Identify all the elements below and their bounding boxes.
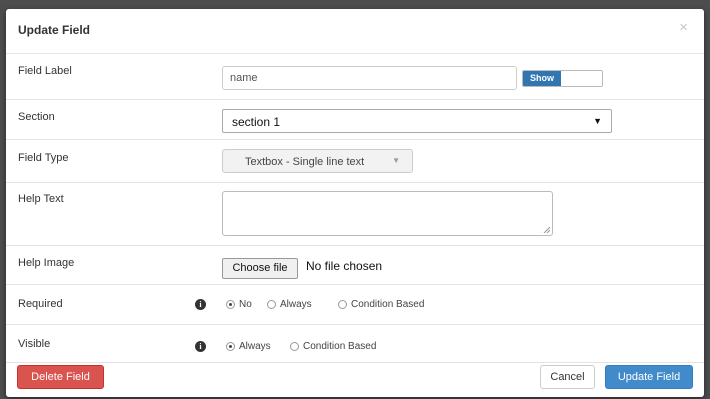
required-label: Required (18, 298, 63, 310)
field-type-dropdown[interactable]: Textbox - Single line text ▼ (222, 149, 413, 173)
toggle-label: Show (523, 71, 561, 86)
radio-label: Condition Based (351, 299, 425, 310)
field-type-value: Textbox - Single line text (245, 156, 365, 168)
modal-title: Update Field (18, 23, 91, 37)
modal-footer: Delete Field Cancel Update Field (6, 363, 704, 397)
section-select-value: section 1 (232, 115, 281, 129)
help-image-label: Help Image (18, 257, 75, 269)
radio-checked (226, 342, 235, 351)
close-icon[interactable]: × (679, 20, 688, 35)
required-row: Required i No Always Condition Based (6, 285, 704, 325)
help-image-row: Help Image Choose file No file chosen (6, 246, 704, 285)
resize-grip-icon[interactable] (543, 226, 550, 233)
radio-label: Condition Based (303, 341, 377, 352)
field-label-row: Field Label Show (6, 54, 704, 100)
radio-checked (226, 300, 235, 309)
choose-file-button[interactable]: Choose file (222, 258, 298, 279)
help-text-textarea[interactable] (222, 191, 553, 236)
radio-unchecked (267, 300, 276, 309)
field-type-label: Field Type (18, 152, 69, 164)
field-label-label: Field Label (18, 65, 72, 77)
update-field-button[interactable]: Update Field (605, 365, 693, 389)
file-status: No file chosen (306, 259, 383, 273)
delete-field-button[interactable]: Delete Field (17, 365, 104, 389)
modal-header: Update Field × (6, 9, 704, 54)
section-label: Section (18, 111, 55, 123)
radio-label: Always (280, 299, 312, 310)
cancel-button[interactable]: Cancel (540, 365, 595, 389)
visible-label: Visible (18, 338, 51, 350)
visible-row: Visible i Always Condition Based (6, 325, 704, 363)
chevron-down-icon: ▼ (593, 116, 602, 126)
radio-unchecked (290, 342, 299, 351)
field-type-row: Field Type Textbox - Single line text ▼ (6, 140, 704, 183)
radio-label: Always (239, 341, 271, 352)
info-icon: i (195, 341, 206, 352)
help-text-label: Help Text (18, 193, 64, 205)
radio-label: No (239, 299, 252, 310)
section-row: Section section 1 ▼ (6, 100, 704, 140)
caret-down-icon: ▼ (392, 156, 400, 165)
info-icon: i (195, 299, 206, 310)
help-text-row: Help Text (6, 183, 704, 246)
show-toggle[interactable]: Show (522, 70, 603, 87)
section-select[interactable]: section 1 ▼ (222, 109, 612, 133)
radio-unchecked (338, 300, 347, 309)
field-label-input[interactable] (222, 66, 517, 90)
update-field-modal: Update Field × Field Label Show Section … (6, 9, 704, 397)
